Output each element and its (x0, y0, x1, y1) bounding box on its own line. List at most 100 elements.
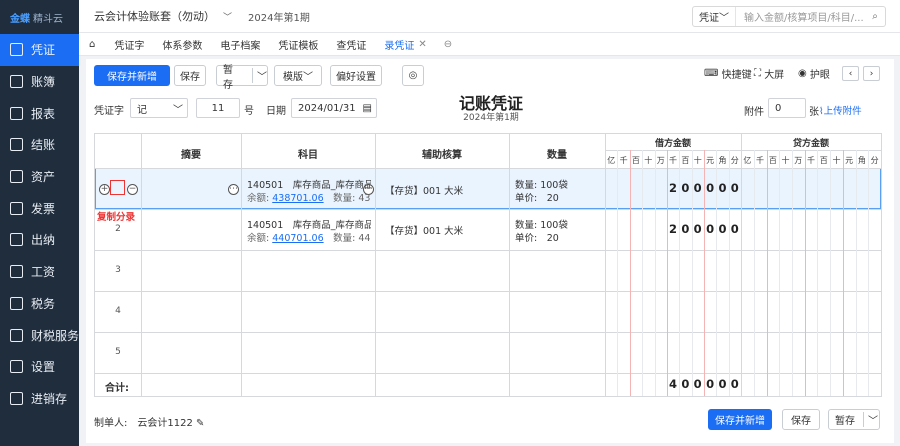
tab-e-archive[interactable]: 电子档案 (211, 33, 269, 56)
digit-unit-header: 角 (718, 156, 727, 165)
add-row-icon[interactable]: + (99, 184, 110, 195)
row-number: 4 (115, 306, 121, 316)
footer-save-button[interactable]: 保存 (782, 409, 820, 430)
sidebar-item-voucher[interactable]: 凭证 (0, 34, 79, 66)
save-new-button[interactable]: 保存并新增 (94, 65, 170, 86)
row1-balance: 余额: 438701.06 数量: 43... (247, 193, 371, 204)
row2-price[interactable]: 单价: 20 (515, 230, 601, 244)
next-voucher-button[interactable]: › (863, 66, 880, 81)
debit-amount-digit: 0 (693, 222, 702, 236)
row1-price[interactable]: 单价: 20 (515, 190, 601, 204)
tab-enter-voucher[interactable]: 录凭证 ✕ (375, 33, 435, 56)
copy-entry-label: 复制分录 (97, 212, 136, 223)
digit-unit-header: 百 (768, 156, 777, 165)
tab-query-voucher[interactable]: 查凭证 (327, 33, 375, 56)
sidebar-item-close-books[interactable]: 结账 (0, 129, 79, 161)
copy-row-icon[interactable] (110, 180, 125, 195)
upload-attachment-link[interactable]: ⌇上传附件 (819, 103, 862, 117)
search-icon[interactable]: ⌕ (865, 11, 885, 22)
row2-account[interactable]: 140501 库存商品_库存商品2 (247, 217, 371, 231)
debit-amount-digit: 0 (730, 377, 739, 391)
sidebar-item-settings[interactable]: 设置 (0, 351, 79, 383)
global-search[interactable]: 凭证 ﹀ 输入金额/核算项目/科目/... ⌕ (692, 6, 886, 27)
voucher-number-stepper[interactable]: 11 (196, 98, 240, 118)
debit-amount-digit: 0 (706, 377, 715, 391)
edit-icon[interactable]: ✎ (196, 418, 204, 429)
row1-qty[interactable]: 数量: 100袋 (515, 177, 601, 191)
row1-account[interactable]: 140501 库存商品_库存商品2 (247, 177, 371, 191)
sidebar-item-invoice[interactable]: 发票 (0, 192, 79, 224)
row2-aux[interactable]: 【存货】001 大米 (385, 223, 505, 237)
remove-row-icon[interactable]: − (127, 184, 138, 195)
digit-unit-header: 十 (781, 156, 790, 165)
footer-stash-button[interactable]: 暂存 ﹀ (828, 409, 880, 430)
sidebar-item-cashier[interactable]: 出纳 (0, 224, 79, 256)
header-debit: 借方金额 (654, 139, 691, 149)
debit-amount-digit: 0 (681, 222, 690, 236)
digit-unit-header: 万 (656, 156, 665, 165)
sidebar-item-salary[interactable]: 工资 (0, 256, 79, 288)
template-dropdown[interactable]: 模版 ﹀ (274, 65, 322, 86)
row1-aux[interactable]: 【存货】001 大米 (385, 183, 505, 197)
total-label: 合计: (105, 383, 129, 394)
digit-unit-header: 亿 (607, 156, 616, 165)
sidebar-item-inventory[interactable]: 进销存 (0, 383, 79, 415)
row2-balance-link[interactable]: 440701.06 (272, 233, 323, 244)
digit-divider (791, 150, 793, 396)
preference-button[interactable]: 偏好设置 (330, 65, 382, 86)
home-icon[interactable]: ⌂ (79, 33, 105, 56)
header-credit: 贷方金额 (792, 139, 829, 149)
digit-unit-header: 百 (681, 156, 690, 165)
debit-amount-digit: 0 (693, 377, 702, 391)
sidebar-item-finance-service[interactable]: 财税服务 (0, 319, 79, 351)
more-tabs-icon[interactable]: ⊖ (436, 39, 460, 50)
debit-amount-digit: 0 (730, 181, 739, 195)
maker-label: 制单人: 云会计1122 ✎ (94, 418, 205, 429)
voucher-word-select[interactable]: 记 ﹀ (130, 98, 188, 118)
tab-params[interactable]: 体系参数 (153, 33, 211, 56)
prev-voucher-button[interactable]: ‹ (842, 66, 859, 81)
digit-divider (766, 150, 768, 396)
sidebar-item-asset[interactable]: 资产 (0, 161, 79, 193)
row-divider (95, 291, 881, 292)
date-picker[interactable]: 2024/01/31 ▤ (291, 98, 377, 118)
row-divider (95, 209, 881, 210)
fullscreen-button[interactable]: ⛶ 大屏 (754, 66, 784, 81)
tab-voucher-template[interactable]: 凭证模板 (269, 33, 327, 56)
search-type-select[interactable]: 凭证 ﹀ (693, 7, 736, 26)
debit-amount-digit: 4 (668, 377, 677, 391)
digit-unit-header: 分 (730, 156, 739, 165)
digit-unit-header: 千 (756, 156, 765, 165)
view-icon[interactable]: ◎ (402, 65, 424, 86)
inventory-icon (10, 391, 23, 405)
row-number: 5 (115, 347, 121, 357)
footer-save-new-button[interactable]: 保存并新增 (708, 409, 772, 430)
tab-voucher-word[interactable]: 凭证字 (105, 33, 153, 56)
row-divider (95, 373, 881, 374)
sidebar-item-ledger[interactable]: 账簿 (0, 66, 79, 98)
attachment-count-stepper[interactable]: 0 (768, 98, 806, 118)
row2-qty[interactable]: 数量: 100袋 (515, 217, 601, 231)
save-button[interactable]: 保存 (174, 65, 206, 86)
summary-more-icon[interactable]: ⋯ (228, 184, 239, 195)
debit-amount-digit: 0 (718, 377, 727, 391)
search-input[interactable]: 输入金额/核算项目/科目/... (736, 9, 865, 24)
sidebar-item-label: 设置 (31, 360, 56, 375)
debit-amount-digit: 0 (681, 377, 690, 391)
stash-button[interactable]: 暂存 ﹀ (216, 65, 268, 91)
tax-icon (10, 296, 23, 310)
account-set-selector[interactable]: 云会计体验账套（勿动） (94, 8, 215, 24)
invoice-icon (10, 201, 23, 215)
voucher-word-label: 凭证字 (94, 106, 124, 117)
chevron-down-icon[interactable]: ﹀ (223, 10, 232, 23)
digit-unit-header: 元 (845, 156, 854, 165)
asset-icon (10, 170, 23, 184)
sidebar-item-tax[interactable]: 税务 (0, 288, 79, 320)
debit-amount-digit: 0 (718, 222, 727, 236)
eye-care-button[interactable]: ◉ 护眼 (798, 66, 830, 81)
row1-balance-link[interactable]: 438701.06 (272, 193, 323, 204)
debit-amount-digit: 0 (693, 181, 702, 195)
sidebar-item-label: 工资 (31, 265, 56, 280)
sidebar-item-report[interactable]: 报表 (0, 97, 79, 129)
shortcut-button[interactable]: ⌨ 快捷键 (704, 66, 752, 81)
